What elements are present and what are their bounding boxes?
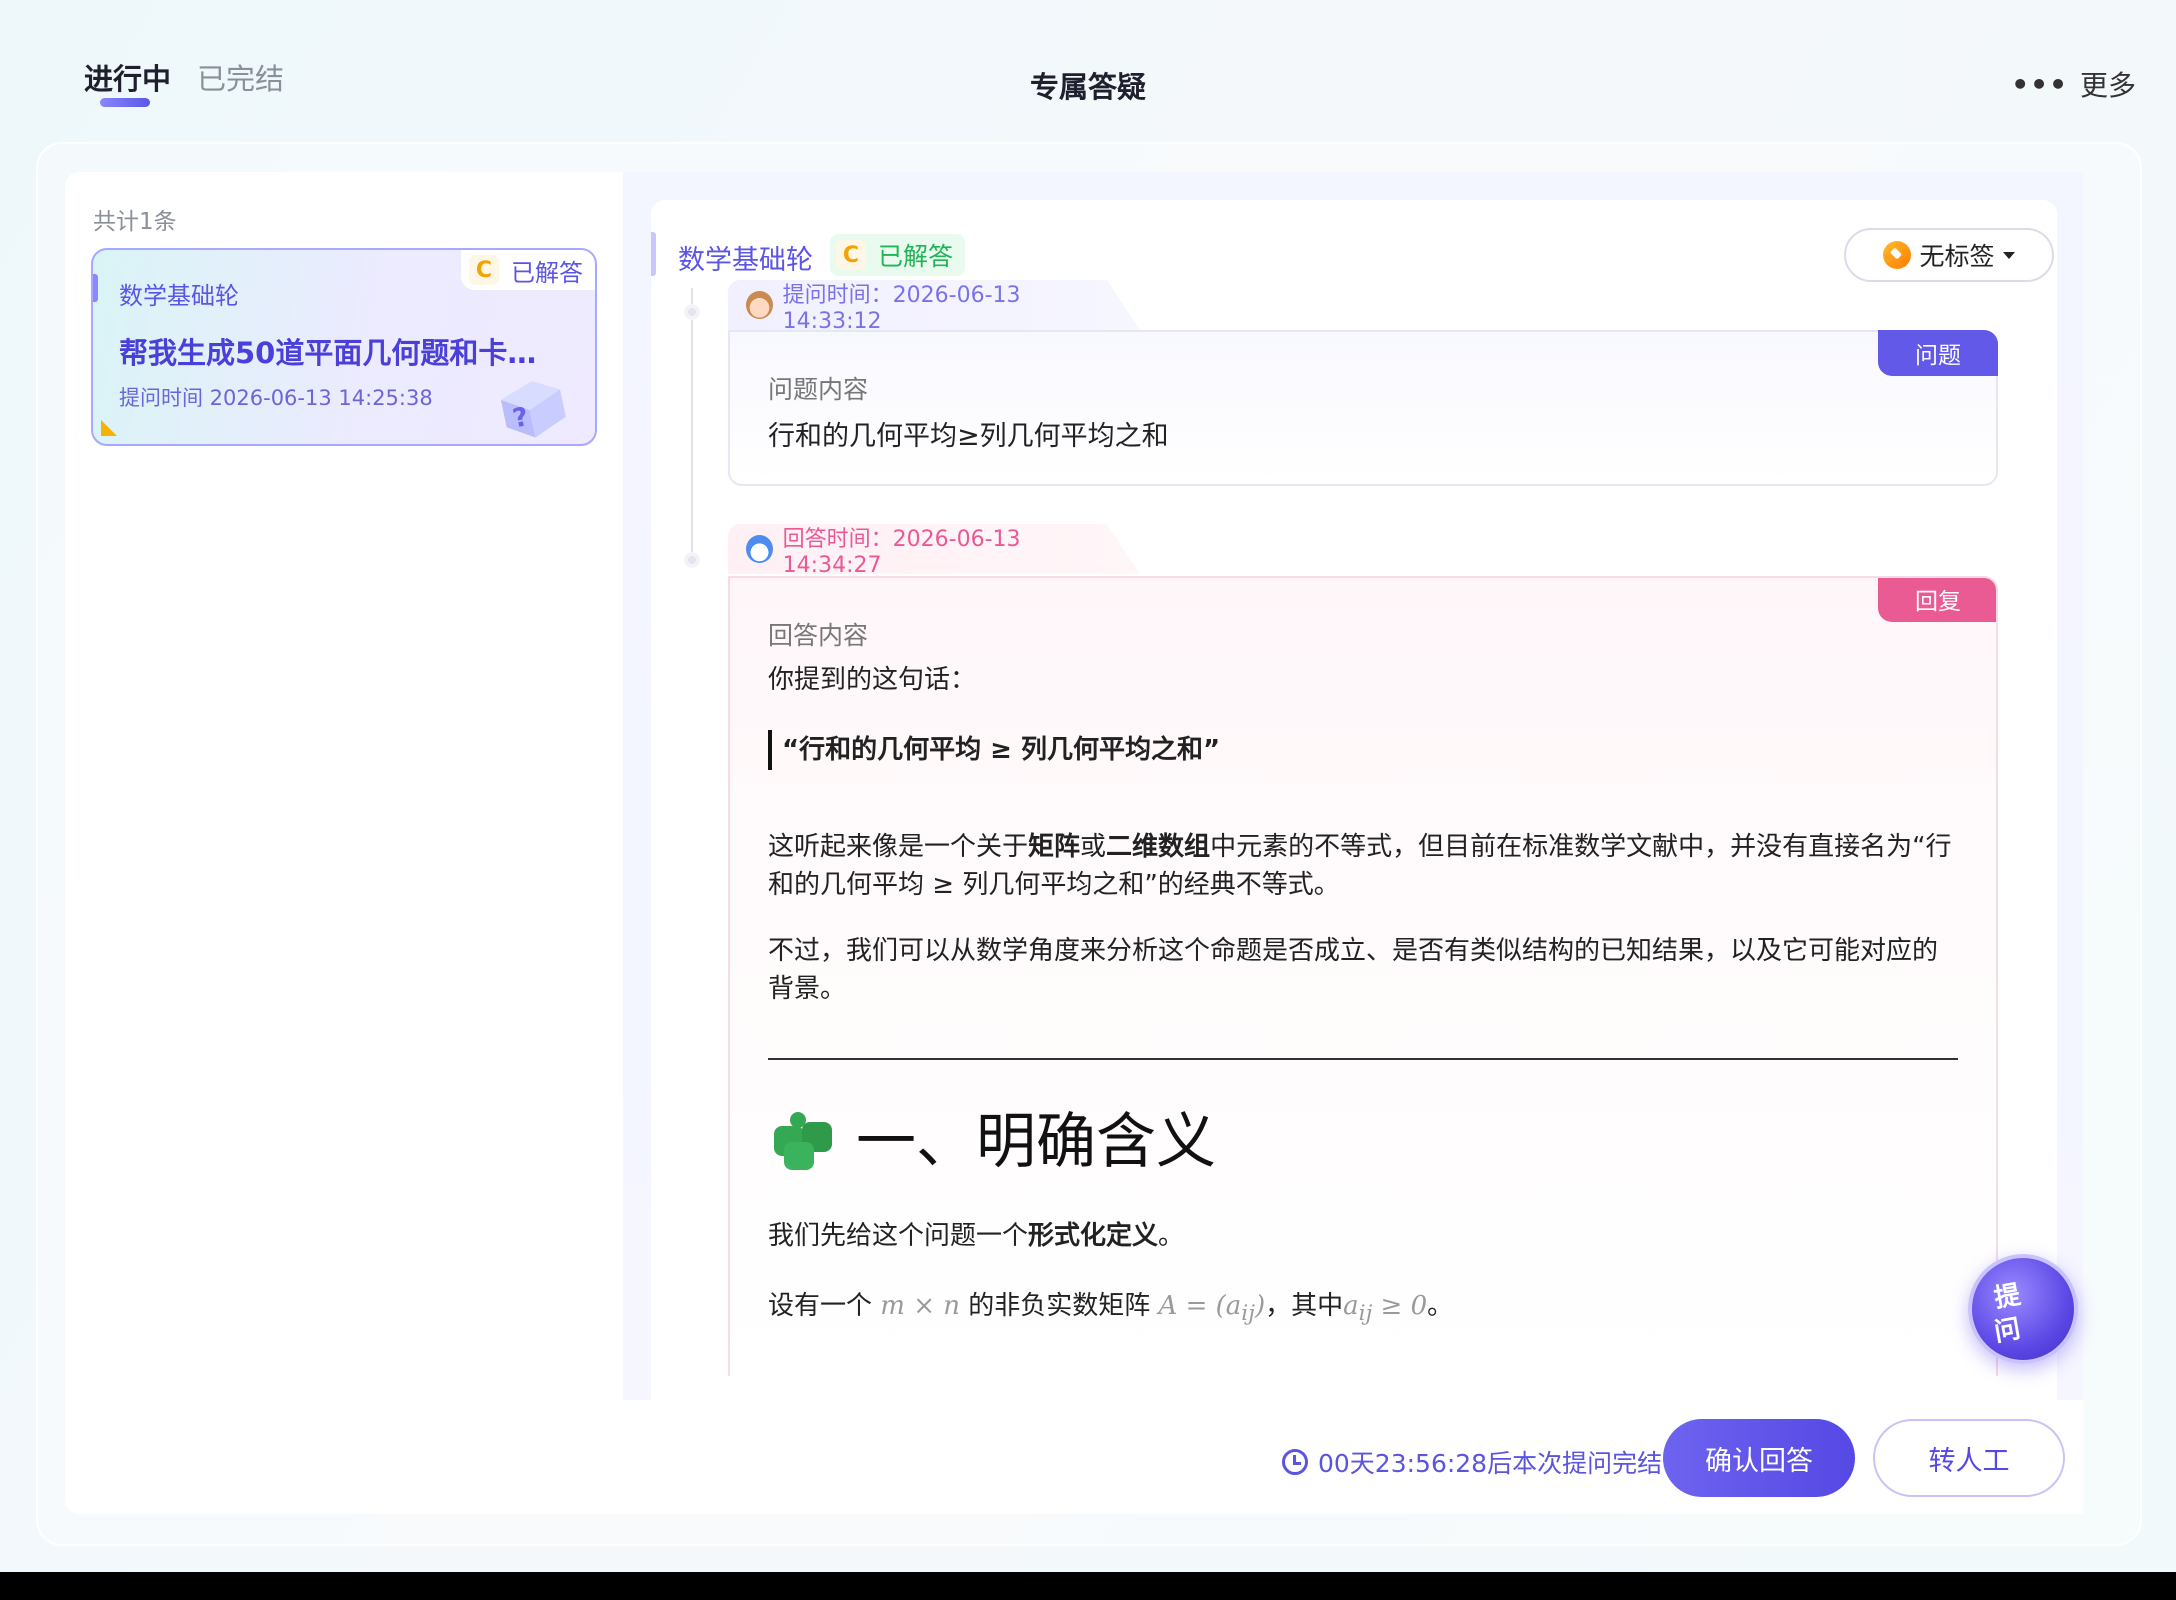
detail-subject-stripe <box>651 232 656 276</box>
math-part: ≥ 0 <box>1372 1291 1428 1321</box>
subject-stripe <box>93 274 98 302</box>
answer-time-label: 回答时间：2026-06-13 14:34:27 <box>782 526 1021 578</box>
math-subscript: ij <box>1358 1301 1373 1327</box>
text-span: 。 <box>1158 1221 1185 1251</box>
question-count: 共计1条 <box>93 209 177 235</box>
page-title: 专属答疑 <box>1029 70 1146 104</box>
answer-heading: 一、明确含义 <box>768 1102 1958 1182</box>
question-box: 问题 问题内容 行和的几何平均≥列几何平均之和 <box>728 330 1998 486</box>
question-content-label: 问题内容 <box>768 375 869 404</box>
floating-ask-text: 问 <box>1992 1313 2023 1348</box>
corner-marker-icon <box>101 420 117 436</box>
text-span: 的非负实数矩阵 <box>968 1291 1151 1321</box>
answer-paragraph: 这听起来像是一个关于矩阵或二维数组中元素的不等式，但目前在标准数学文献中，并没有… <box>768 828 1958 904</box>
detail-subject: 数学基础轮 <box>678 245 813 276</box>
math-subscript: ij <box>1241 1301 1255 1327</box>
question-list-panel: 共计1条 数学基础轮 C 已解答 帮我生成50道平面几何题和卡尔… 提问时间 2… <box>65 172 623 1514</box>
student-avatar <box>746 291 773 319</box>
confirm-answer-button[interactable]: 确认回答 <box>1663 1419 1855 1497</box>
tag-dropdown-label: 无标签 <box>1919 242 1995 271</box>
text-span: ，其中 <box>1265 1291 1344 1321</box>
caret-down-icon <box>2002 251 2015 259</box>
teacher-avatar <box>746 535 773 563</box>
c-badge-icon: C <box>836 240 866 270</box>
answer-paragraph: 我们先给这个问题一个形式化定义。 <box>768 1216 1958 1256</box>
text-span: 我们先给这个问题一个 <box>768 1221 1029 1251</box>
answer-content-label: 回答内容 <box>768 621 869 650</box>
answer-heading-text: 一、明确含义 <box>856 1107 1216 1177</box>
c-badge-icon: C <box>469 255 499 285</box>
math-expression: m × n <box>880 1291 960 1321</box>
detail-status-badge: C 已解答 <box>830 234 966 276</box>
bottom-edge-bar <box>0 1572 2176 1600</box>
math-expression: A = (aij) <box>1158 1291 1266 1326</box>
question-title: 帮我生成50道平面几何题和卡尔… <box>119 336 539 370</box>
bold-text: 形式化定义 <box>1028 1221 1159 1251</box>
timeline-dot <box>684 304 700 320</box>
countdown-text: 00天23:56:28后本次提问完结 <box>1318 1449 1663 1478</box>
question-subject: 数学基础轮 <box>119 282 239 310</box>
tag-icon <box>1883 241 1912 269</box>
math-expression: aij ≥ 0 <box>1343 1291 1428 1326</box>
detail-status-text: 已解答 <box>878 242 954 271</box>
question-content: 行和的几何平均≥列几何平均之和 <box>768 421 1169 452</box>
text-span: 或 <box>1080 832 1107 862</box>
bold-text: 二维数组 <box>1106 832 1211 862</box>
math-part: a <box>1343 1291 1359 1321</box>
question-list-item[interactable]: 数学基础轮 C 已解答 帮我生成50道平面几何题和卡尔… 提问时间 2026-0… <box>91 248 597 446</box>
timeline-dot <box>684 552 700 568</box>
question-time-label: 提问时间：2026-06-13 14:33:12 <box>782 282 1021 334</box>
question-time-chip: 提问时间：2026-06-13 14:33:12 <box>728 280 1140 330</box>
bold-text: 矩阵 <box>1028 832 1081 862</box>
timeline-line <box>691 288 693 568</box>
answer-time-chip: 回答时间：2026-06-13 14:34:27 <box>728 524 1140 574</box>
question-time: 提问时间 2026-06-13 14:25:38 <box>119 386 433 410</box>
text-span: 这听起来像是一个关于 <box>768 832 1029 862</box>
answer-box: 回复 回答内容 你提到的这句话： “行和的几何平均 ≥ 列几何平均之和” 这听起… <box>728 576 1998 1376</box>
header: 进行中 已完结 专属答疑 ••• 更多 <box>0 0 2176 140</box>
divider <box>768 1058 1958 1060</box>
answer-paragraph: 设有一个 m × n 的非负实数矩阵 A = (aij)，其中aij ≥ 0。 <box>768 1286 1958 1334</box>
math-part: A = (a <box>1158 1291 1242 1321</box>
answer-content: 回答内容 你提到的这句话： “行和的几何平均 ≥ 列几何平均之和” 这听起来像是… <box>768 616 1958 1334</box>
question-badge: 问题 <box>1878 330 1998 376</box>
more-label: 更多 <box>2079 69 2136 102</box>
tag-dropdown[interactable]: 无标签 <box>1844 228 2054 282</box>
clock-icon <box>1282 1449 1308 1475</box>
floating-ask-button[interactable]: 提 问 <box>1968 1254 2078 1364</box>
answer-paragraph: 不过，我们可以从数学角度来分析这个命题是否成立、是否有类似结构的已知结果，以及它… <box>768 936 1939 1004</box>
question-status-text: 已解答 <box>511 258 583 287</box>
answer-intro: 你提到的这句话： <box>768 665 977 695</box>
math-part: ) <box>1254 1291 1266 1321</box>
question-status-badge: C 已解答 <box>461 250 595 290</box>
text-span: 设有一个 <box>768 1291 873 1321</box>
more-dots-icon: ••• <box>2011 67 2068 101</box>
text-span: 。 <box>1427 1291 1454 1321</box>
more-button[interactable]: ••• 更多 <box>2011 64 2136 104</box>
answer-quote: “行和的几何平均 ≥ 列几何平均之和” <box>768 730 1958 770</box>
transfer-to-human-button[interactable]: 转人工 <box>1873 1419 2065 1497</box>
puzzle-icon <box>768 1112 836 1172</box>
question-mark-cube-icon: ? <box>500 381 566 438</box>
countdown: 00天23:56:28后本次提问完结 <box>1282 1444 1662 1480</box>
